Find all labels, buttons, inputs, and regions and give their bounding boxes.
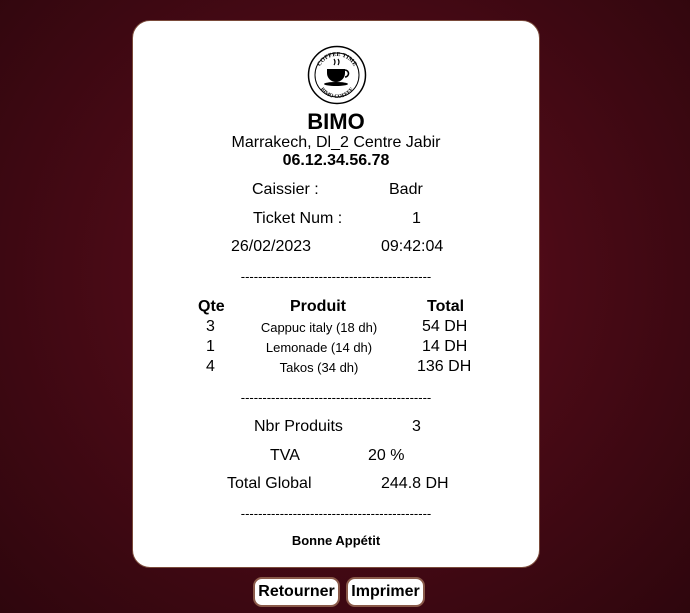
logo-bottom-text: BIMO COFFEE [319,86,356,100]
ticket-label: Ticket Num : [253,210,343,227]
tva-label: TVA [270,447,300,464]
cashier-value: Badr [389,181,423,198]
logo-top-text: COFFEE TIME [317,52,358,68]
footer-message: Bonne Appétit [291,533,381,548]
store-phone: 06.12.34.56.78 [282,152,390,169]
store-name: BIMO [307,109,365,134]
coffee-cup-icon [324,58,350,86]
cashier-label: Caissier : [252,181,319,198]
col-header-qty: Qte [198,298,225,315]
row-total: 54 DH [422,318,468,335]
nbr-products-label: Nbr Produits [254,418,343,435]
svg-text:BIMO COFFEE: BIMO COFFEE [319,86,356,100]
col-header-total: Total [427,298,465,315]
ticket-time: 09:42:04 [381,238,444,255]
ticket-date: 26/02/2023 [231,238,312,255]
store-address: Marrakech, Dl_2 Centre Jabir [231,134,441,151]
nbr-products-value: 3 [412,418,421,435]
back-button[interactable]: Retourner [253,577,340,607]
tva-value: 20 % [368,447,405,464]
separator-1: ----------------------------------------… [240,269,432,284]
separator-3: ----------------------------------------… [240,506,432,521]
total-global-value: 244.8 DH [381,475,449,492]
total-global-label: Total Global [227,475,312,492]
col-header-product: Produit [290,298,346,315]
row-total: 14 DH [422,338,468,355]
receipt-card: COFFEE TIME BIMO COFFEE BIMO Marrakech, … [132,20,540,568]
print-button[interactable]: Imprimer [346,577,425,607]
separator-2: ----------------------------------------… [240,390,432,405]
coffee-logo: COFFEE TIME BIMO COFFEE [307,45,367,105]
svg-text:COFFEE TIME: COFFEE TIME [317,52,358,68]
row-total: 136 DH [417,358,472,375]
ticket-value: 1 [412,210,421,227]
